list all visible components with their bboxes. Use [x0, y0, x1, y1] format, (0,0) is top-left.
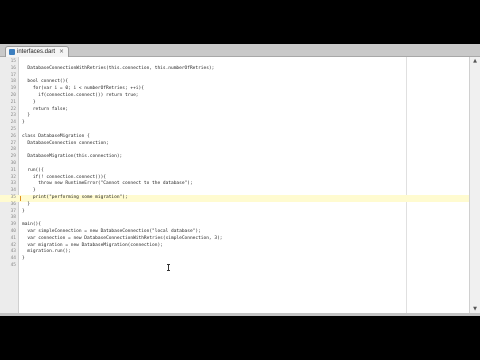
code-line[interactable]: 16 DatabaseConnectionWithRetries(this.co…: [0, 66, 470, 73]
code-line[interactable]: 41 var connection = new DatabaseConnecti…: [0, 236, 470, 243]
code-line[interactable]: 29 DatabaseMigration(this.connection);: [0, 154, 470, 161]
code-line[interactable]: 38: [0, 215, 470, 222]
tab-bar: interfaces.dart ×: [0, 44, 480, 57]
code-line[interactable]: 45: [0, 263, 470, 270]
code-line[interactable]: 23 }: [0, 113, 470, 120]
code-text: }: [22, 208, 25, 214]
code-editor[interactable]: 15 16 DatabaseConnectionWithRetries(this.…: [0, 57, 470, 313]
line-number: 25: [10, 126, 16, 132]
line-number: 20: [10, 92, 16, 98]
line-number: 21: [10, 99, 16, 105]
vertical-scrollbar[interactable]: ▲ ▼: [469, 57, 480, 313]
code-line[interactable]: 33 throw new RuntimeError("Cannot connec…: [0, 181, 470, 188]
close-tab-icon[interactable]: ×: [59, 48, 64, 56]
code-line[interactable]: 43 migration.run();: [0, 249, 470, 256]
code-text: throw new RuntimeError("Cannot connect t…: [22, 181, 193, 187]
line-number: 36: [10, 201, 16, 207]
line-number: 16: [10, 65, 16, 71]
code-line[interactable]: 37}: [0, 209, 470, 216]
line-number: 19: [10, 86, 16, 92]
code-text: var connection = new DatabaseConnectionW…: [22, 235, 223, 241]
code-text: run(){: [22, 167, 44, 173]
line-number: 34: [10, 188, 16, 194]
code-line[interactable]: 39 main(){: [0, 222, 470, 229]
line-number: 40: [10, 228, 16, 234]
code-line[interactable]: 21 }: [0, 100, 470, 107]
code-text: main(){: [22, 222, 41, 228]
code-line[interactable]: 40 var simpleConnection = new DatabaseCo…: [0, 229, 470, 236]
scroll-down-icon[interactable]: ▼: [470, 305, 480, 313]
line-number: 45: [10, 262, 16, 268]
code-line[interactable]: 22 return false;: [0, 107, 470, 114]
code-line[interactable]: 44}: [0, 256, 470, 263]
status-bar: [0, 313, 480, 316]
line-number: 41: [10, 235, 16, 241]
code-line[interactable]: 36 }: [0, 202, 470, 209]
current-line-marker: [20, 195, 21, 201]
code-text: var simpleConnection = new DatabaseConne…: [22, 228, 201, 234]
code-text: if(connection.connect()) return true;: [22, 92, 139, 98]
code-lines: 15 16 DatabaseConnectionWithRetries(this.…: [0, 59, 470, 270]
code-text: }: [22, 201, 31, 207]
editor-window: interfaces.dart × 15 16 DatabaseConnectio…: [0, 44, 480, 316]
code-line[interactable]: 19 for(var i = 0; i < numberOfRetries; +…: [0, 86, 470, 93]
tab-interfaces-dart[interactable]: interfaces.dart ×: [5, 46, 70, 57]
tab-label: interfaces.dart: [17, 49, 56, 55]
code-text: DatabaseConnection connection;: [22, 140, 109, 146]
code-line[interactable]: 35 print("performing some migration");: [0, 194, 470, 202]
code-line[interactable]: 26 class DatabaseMigration {: [0, 134, 470, 141]
code-line[interactable]: 27 DatabaseConnection connection;: [0, 141, 470, 148]
code-line[interactable]: 30: [0, 161, 470, 168]
code-text: }: [22, 188, 36, 194]
line-number: 35: [10, 194, 16, 200]
line-number: 29: [10, 154, 16, 160]
code-text: DatabaseMigration(this.connection);: [22, 154, 123, 160]
line-number: 15: [10, 59, 16, 64]
code-line[interactable]: 24}: [0, 120, 470, 127]
code-text: class DatabaseMigration {: [22, 133, 90, 139]
scroll-up-icon[interactable]: ▲: [470, 57, 480, 65]
line-number: 31: [10, 167, 16, 173]
mouse-ibeam-cursor: [167, 264, 170, 271]
code-line[interactable]: 17: [0, 73, 470, 80]
line-number: 26: [10, 133, 16, 139]
line-number: 30: [10, 160, 16, 166]
line-number: 39: [10, 222, 16, 228]
code-text: migration.run();: [22, 249, 71, 255]
code-text: }: [22, 99, 36, 105]
code-line[interactable]: 25: [0, 127, 470, 134]
code-line[interactable]: 34 }: [0, 188, 470, 195]
line-number: 24: [10, 120, 16, 126]
code-text: DatabaseConnectionWithRetries(this.conne…: [22, 65, 215, 71]
code-line[interactable]: 31 run(){: [0, 168, 470, 175]
code-text: }: [22, 256, 25, 262]
code-line[interactable]: 20 if(connection.connect()) return true;: [0, 93, 470, 100]
line-number: 44: [10, 256, 16, 262]
code-text: }: [22, 120, 25, 126]
code-line[interactable]: 15: [0, 59, 470, 66]
dart-file-icon: [9, 49, 15, 55]
code-text: print("performing some migration");: [22, 194, 128, 200]
code-text: for(var i = 0; i < numberOfRetries; ++i)…: [22, 86, 144, 92]
